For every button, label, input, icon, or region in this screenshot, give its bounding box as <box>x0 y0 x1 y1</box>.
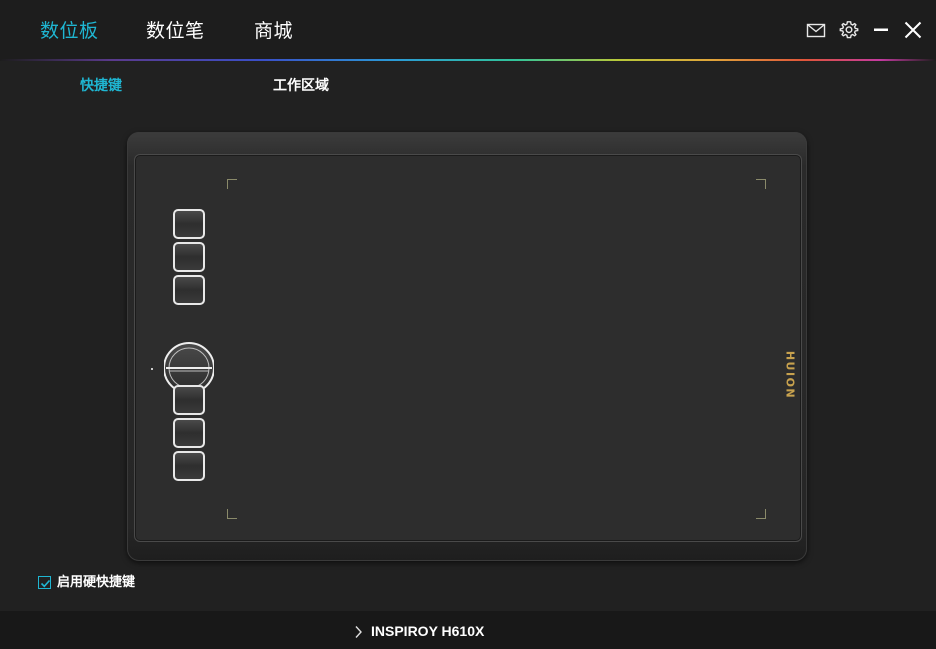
express-key-2[interactable] <box>173 242 205 272</box>
tablet-active-area: HUION <box>134 154 802 542</box>
gear-icon[interactable] <box>838 19 860 41</box>
header-divider <box>0 59 936 61</box>
express-key-6[interactable] <box>173 451 205 481</box>
chevron-right-icon <box>353 624 363 638</box>
subtab-shortcuts[interactable]: 快捷键 <box>80 77 122 95</box>
tablet-illustration: HUION <box>127 132 807 561</box>
device-name: INSPIROY H610X <box>371 623 485 639</box>
enable-shortcuts-label: 启用硬快捷键 <box>57 575 136 590</box>
express-key-4[interactable] <box>173 385 205 415</box>
enable-shortcuts-checkbox[interactable] <box>38 576 51 589</box>
express-key-1[interactable] <box>173 209 205 239</box>
subtab-work-area[interactable]: 工作区域 <box>273 77 329 95</box>
corner-marker-bottom-right <box>756 509 766 519</box>
express-key-5[interactable] <box>173 418 205 448</box>
corner-marker-top-left <box>227 179 237 189</box>
minimize-icon[interactable] <box>870 19 892 41</box>
close-icon[interactable] <box>902 19 924 41</box>
mail-icon[interactable] <box>805 19 827 41</box>
corner-marker-bottom-left <box>227 509 237 519</box>
tab-store[interactable]: 商城 <box>254 19 293 43</box>
brand-logo: HUION <box>778 345 802 405</box>
tab-tablet[interactable]: 数位板 <box>40 19 99 43</box>
app-window: 数位板 数位笔 商城 快捷键 工作区域 HUION 启用硬快捷键 INSPIRO… <box>0 0 936 649</box>
tab-pen[interactable]: 数位笔 <box>146 19 205 43</box>
brand-logo-text: HUION <box>783 350 797 400</box>
top-bar: 数位板 数位笔 商城 <box>0 0 936 60</box>
bottom-bar: INSPIROY H610X <box>0 611 936 649</box>
express-key-3[interactable] <box>173 275 205 305</box>
dial-indicator-dot <box>151 368 153 370</box>
corner-marker-top-right <box>756 179 766 189</box>
